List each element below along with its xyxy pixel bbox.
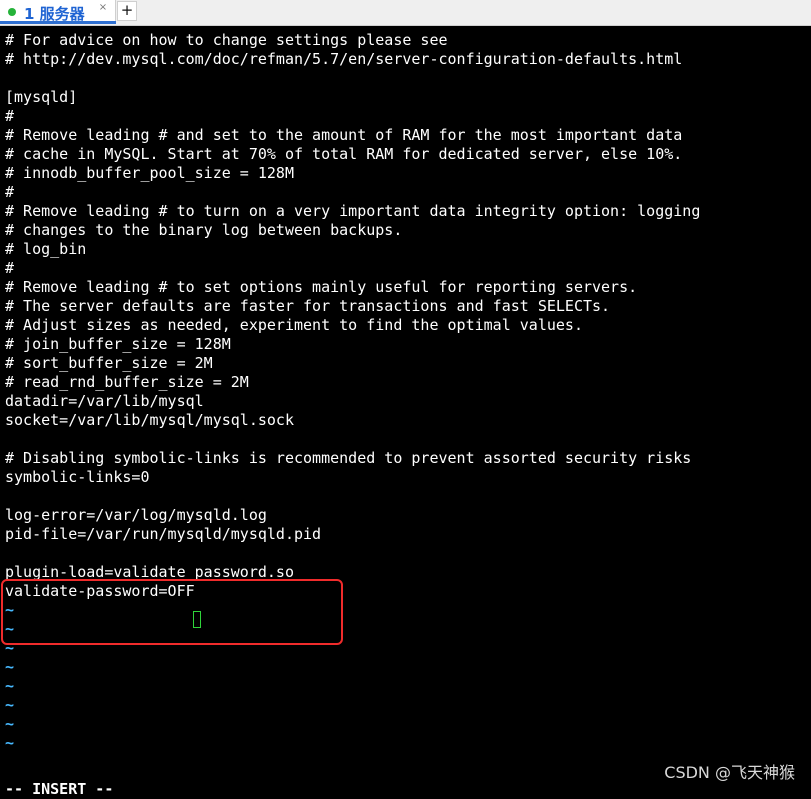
terminal-line: # (5, 183, 15, 201)
terminal-line: pid-file=/var/run/mysqld/mysqld.pid (5, 525, 322, 543)
terminal-line: # The server defaults are faster for tra… (5, 297, 611, 315)
terminal-line: # changes to the binary log between back… (5, 221, 403, 239)
terminal-line: # http://dev.mysql.com/doc/refman/5.7/en… (5, 50, 683, 68)
terminal-line: log-error=/var/log/mysqld.log (5, 506, 267, 524)
session-status-dot-icon (8, 8, 16, 16)
terminal-line: # (5, 107, 15, 125)
highlight-annotation (1, 579, 343, 645)
empty-line-tilde: ~ (5, 677, 15, 695)
terminal-line: # join_buffer_size = 128M (5, 335, 231, 353)
empty-line-tilde: ~ (5, 639, 15, 657)
watermark-text: CSDN @飞天神猴 (664, 763, 795, 782)
terminal-line: datadir=/var/lib/mysql (5, 392, 204, 410)
terminal-line: # innodb_buffer_pool_size = 128M (5, 164, 294, 182)
empty-line-tilde: ~ (5, 620, 15, 638)
active-tab-indicator (0, 21, 116, 24)
terminal-view[interactable]: # For advice on how to change settings p… (0, 26, 811, 798)
terminal-line: # Adjust sizes as needed, experiment to … (5, 316, 583, 334)
tab-bar: 1 服务器 × + (0, 0, 811, 26)
terminal-line: # read_rnd_buffer_size = 2M (5, 373, 249, 391)
terminal-line: # sort_buffer_size = 2M (5, 354, 213, 372)
close-icon[interactable]: × (98, 3, 108, 13)
terminal-line: # Remove leading # to set options mainly… (5, 278, 638, 296)
terminal-line: socket=/var/lib/mysql/mysql.sock (5, 411, 294, 429)
terminal-line: # Disabling symbolic-links is recommende… (5, 449, 692, 467)
empty-line-tilde: ~ (5, 734, 15, 752)
add-tab-icon[interactable]: + (117, 1, 137, 21)
terminal-line: symbolic-links=0 (5, 468, 150, 486)
terminal-line: [mysqld] (5, 88, 78, 106)
empty-line-tilde: ~ (5, 696, 15, 714)
terminal-line: # Remove leading # to turn on a very imp… (5, 202, 701, 220)
terminal-line: # cache in MySQL. Start at 70% of total … (5, 145, 683, 163)
editor-mode-status: -- INSERT -- (5, 780, 114, 798)
terminal-line: # Remove leading # and set to the amount… (5, 126, 683, 144)
terminal-line: # log_bin (5, 240, 87, 258)
empty-line-tilde: ~ (5, 601, 15, 619)
empty-line-tilde: ~ (5, 715, 15, 733)
tab-server-1[interactable]: 1 服务器 × (0, 0, 116, 24)
terminal-line: # (5, 259, 15, 277)
empty-line-tilde: ~ (5, 658, 15, 676)
terminal-line: # For advice on how to change settings p… (5, 31, 448, 49)
